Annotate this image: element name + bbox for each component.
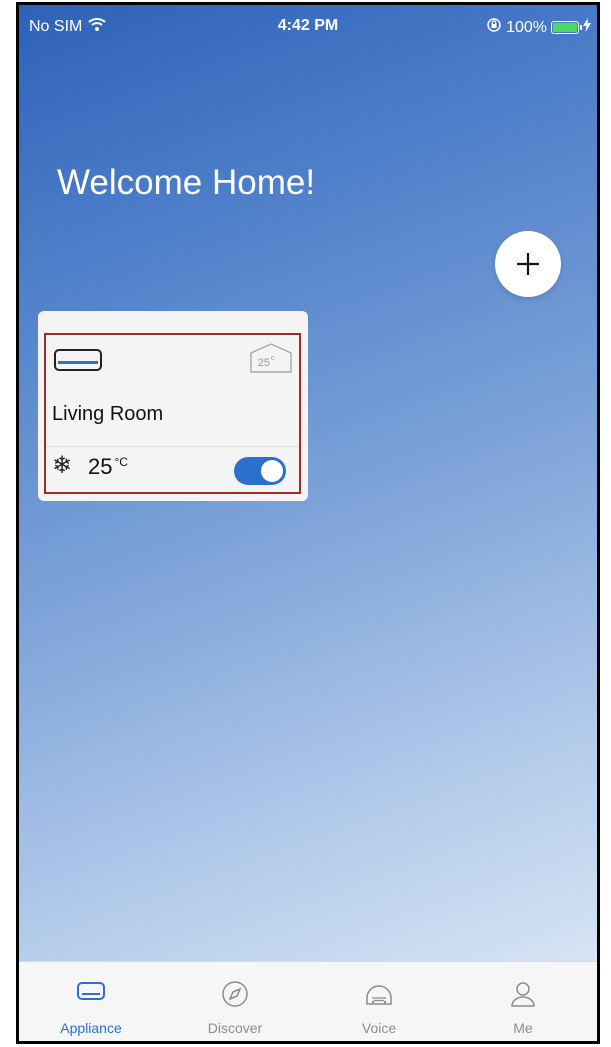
tab-me[interactable]: Me [451,962,595,1041]
person-icon [510,980,536,1013]
current-temperature: 25 °C [88,454,128,480]
battery-icon [551,21,582,34]
appliance-icon [76,980,106,1007]
compass-icon [221,980,249,1013]
air-conditioner-icon [54,349,102,376]
orientation-lock-icon [486,17,502,38]
plus-icon [517,253,539,275]
tab-discover-label: Discover [207,1020,263,1036]
badge-temp-unit: c [271,355,275,362]
tab-me-label: Me [513,1020,533,1036]
home-screen: No SIM 4:42 PM 100% Welcome Home! 25 c L… [19,5,597,1041]
tab-voice[interactable]: Voice [307,962,451,1041]
status-right: 100% [486,17,591,38]
card-divider [46,446,299,447]
device-card-selected-outline: 25 c Living Room ❄ 25 °C [44,333,301,494]
device-frame: No SIM 4:42 PM 100% Welcome Home! 25 c L… [16,2,600,1044]
add-appliance-button[interactable] [495,231,561,297]
tab-discover[interactable]: Discover [163,962,307,1041]
status-bar: No SIM 4:42 PM 100% [19,5,597,45]
charging-icon [583,18,591,37]
badge-temp-value: 25 [258,357,270,369]
tab-voice-label: Voice [361,1020,397,1036]
battery-percent: 100% [506,18,547,36]
snowflake-icon: ❄ [52,452,73,479]
tab-appliance[interactable]: Appliance [19,962,163,1041]
tab-appliance-label: Appliance [60,1020,122,1036]
tab-bar: Appliance Discover Voice Me [19,961,597,1041]
device-card[interactable]: 25 c Living Room ❄ 25 °C [38,311,308,501]
temperature-badge: 25 c [249,343,293,378]
page-title: Welcome Home! [57,163,316,202]
power-toggle[interactable] [234,457,286,485]
current-temperature-unit: °C [114,454,128,469]
device-name: Living Room [52,403,164,425]
toggle-knob [261,460,283,482]
voice-icon [364,980,394,1013]
battery-fill [553,23,577,32]
current-temperature-value: 25 [88,454,113,479]
